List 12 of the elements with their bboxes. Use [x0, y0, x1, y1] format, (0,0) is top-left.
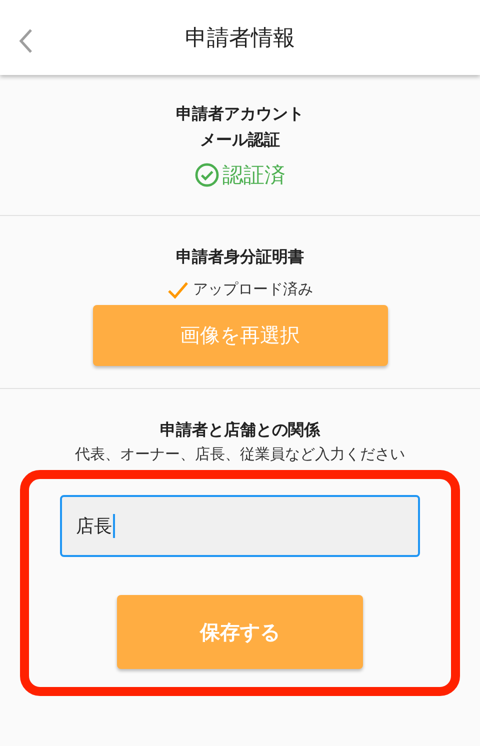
- section-title: 申請者と店舗との関係: [160, 419, 320, 441]
- verified-status: 認証済: [222, 162, 286, 189]
- section-title: 申請者アカウント メール認証: [176, 103, 304, 151]
- section-title: 申請者身分証明書: [176, 246, 304, 268]
- save-button[interactable]: 保存する: [117, 595, 363, 669]
- check-circle-icon: [194, 163, 218, 187]
- hint-text: 代表、オーナー、店長、従業員など入力ください: [75, 445, 405, 464]
- reselect-image-button[interactable]: 画像を再選択: [92, 305, 388, 366]
- upload-status: アップロード済み: [193, 280, 313, 299]
- page-title: 申請者情報: [185, 24, 295, 52]
- input-field[interactable]: 店長: [60, 495, 420, 557]
- check-icon: [167, 280, 189, 298]
